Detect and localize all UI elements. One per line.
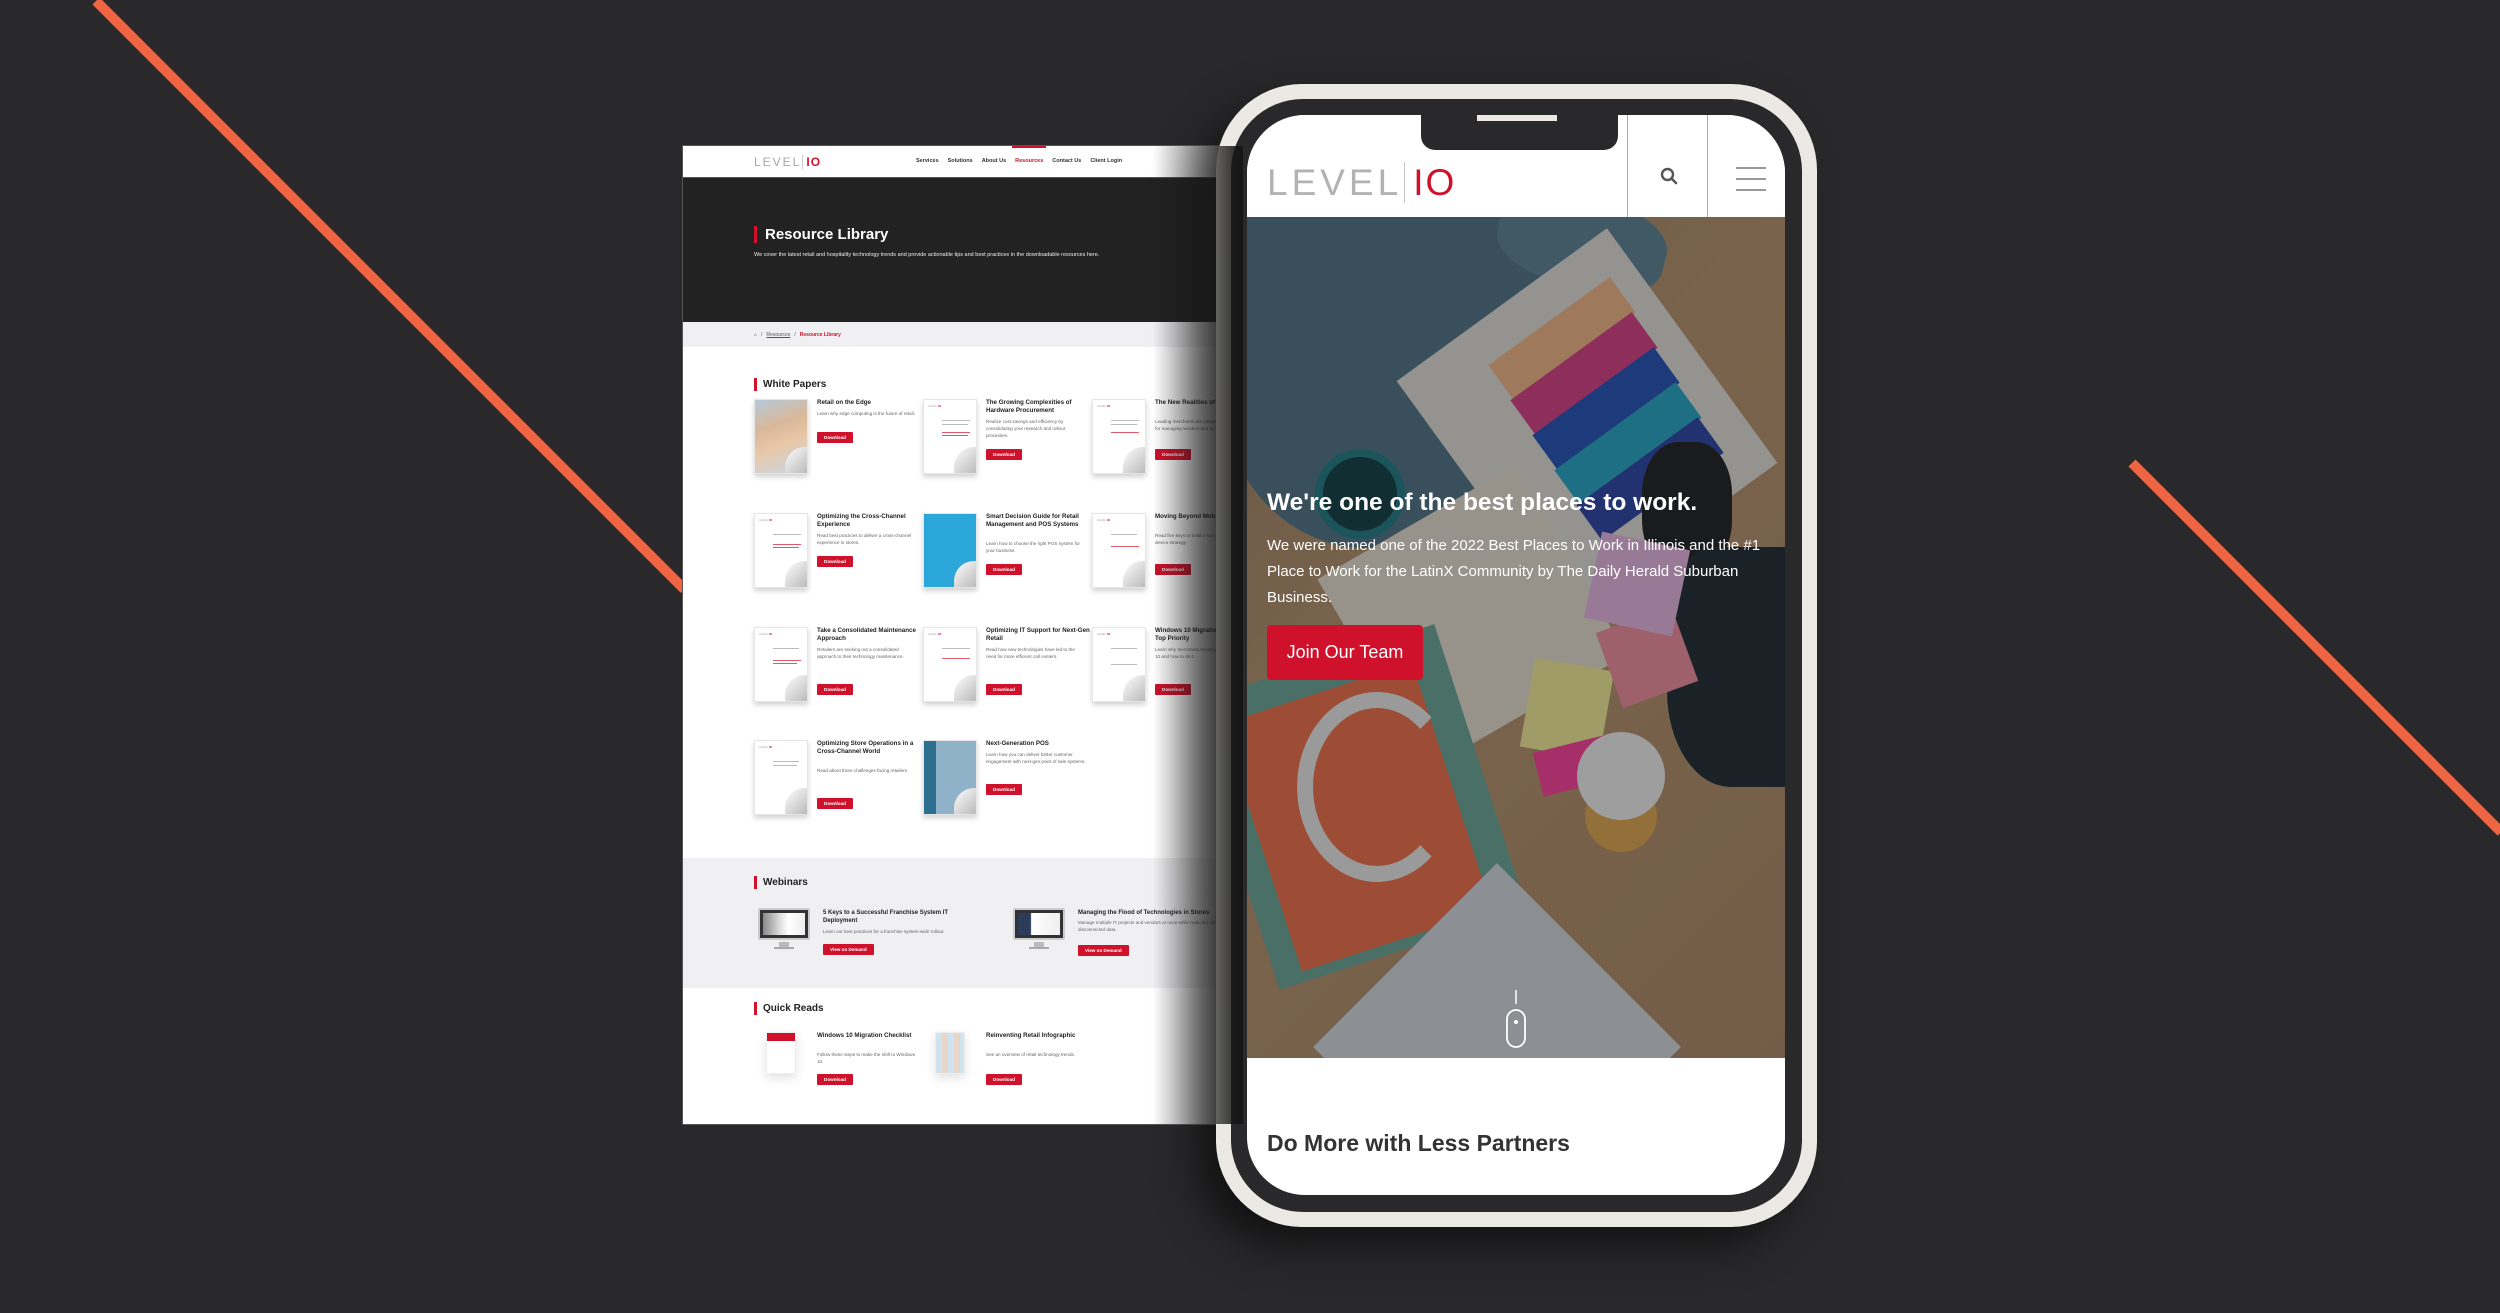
quick-read-thumbnail[interactable] <box>766 1032 796 1074</box>
quick-read-card: Reinventing Retail Infographic See an ov… <box>923 1032 1093 1112</box>
home-icon[interactable]: ⌂ <box>754 332 757 338</box>
white-paper-card: Retail on the Edge Learn why edge comput… <box>754 399 924 479</box>
download-button[interactable]: Download <box>986 564 1022 575</box>
white-paper-title: Take a Consolidated Maintenance Approach <box>817 627 916 642</box>
download-button[interactable]: Download <box>817 1074 853 1085</box>
nav-client-login[interactable]: Client Login <box>1090 158 1122 164</box>
logo-io-text: IO <box>1404 162 1457 203</box>
logo-level-text: LEVEL <box>1267 162 1403 203</box>
white-paper-title: Retail on the Edge <box>817 399 871 406</box>
breadcrumb-resources-link[interactable]: Resources <box>766 332 790 338</box>
white-paper-title: Optimizing IT Support for Next-Gen Retai… <box>986 627 1090 642</box>
page-shadow-fade <box>1153 146 1243 1124</box>
white-paper-thumbnail[interactable]: LEVEL IO <box>1092 627 1146 702</box>
hero-title: We're one of the best places to work. <box>1267 489 1698 516</box>
white-paper-title: Next-Generation POS <box>986 740 1049 747</box>
white-paper-thumbnail[interactable]: LEVEL IO <box>923 399 977 474</box>
white-paper-card: Next-Generation POS Learn how you can de… <box>923 740 1093 820</box>
quick-read-card: Windows 10 Migration Checklist Follow th… <box>754 1032 924 1112</box>
white-papers-heading: White Papers <box>754 378 826 391</box>
white-paper-desc: Read best practices to deliver a cross-c… <box>817 533 912 545</box>
white-paper-thumbnail[interactable]: LEVEL IO <box>754 513 808 588</box>
mobile-logo[interactable]: LEVEL IO <box>1267 162 1457 203</box>
desktop-page-mockup: LEVEL IO Services Solutions About Us Reso… <box>683 146 1243 1124</box>
white-paper-desc: Learn how to choose the right POS system… <box>986 541 1080 553</box>
logo-level-text: LEVEL <box>754 155 802 169</box>
desktop-logo[interactable]: LEVEL IO <box>754 155 822 169</box>
white-paper-thumbnail[interactable] <box>923 740 977 815</box>
webinar-title: 5 Keys to a Successful Franchise System … <box>823 910 949 924</box>
white-paper-thumbnail[interactable]: LEVEL IO <box>1092 399 1146 474</box>
hero-description: We were named one of the 2022 Best Place… <box>1267 537 1761 606</box>
mobile-search-button[interactable] <box>1627 115 1708 217</box>
mobile-hero: We're one of the best places to work. We… <box>1247 217 1785 1058</box>
white-paper-desc: Read about three challenges facing retai… <box>817 768 909 773</box>
view-on-demand-button[interactable]: View on Demand <box>1078 945 1129 956</box>
decorative-line-right <box>2128 459 2500 836</box>
white-paper-card: LEVEL IO The Growing Complexities of Har… <box>923 399 1093 479</box>
white-paper-card: Smart Decision Guide for Retail Manageme… <box>923 513 1093 593</box>
phone-screen: LEVEL IO We're one of the best places to… <box>1247 115 1785 1195</box>
search-icon <box>1660 167 1678 185</box>
white-paper-title: Smart Decision Guide for Retail Manageme… <box>986 513 1079 528</box>
download-button[interactable]: Download <box>986 684 1022 695</box>
white-paper-thumbnail[interactable]: LEVEL IO <box>1092 513 1146 588</box>
white-paper-desc: Learn why edge computing is the future o… <box>817 411 916 416</box>
white-paper-desc: Learn how you can deliver better custome… <box>986 752 1086 764</box>
page-description: We cover the latest retail and hospitali… <box>754 252 1100 258</box>
white-paper-desc: Retailers are seeking out a consolidated… <box>817 647 904 659</box>
white-paper-card: LEVEL IO Take a Consolidated Maintenance… <box>754 627 924 707</box>
logo-io-text: IO <box>802 155 822 169</box>
download-button[interactable]: Download <box>986 784 1022 795</box>
nav-contact-us[interactable]: Contact Us <box>1052 158 1081 164</box>
download-button[interactable]: Download <box>817 684 853 695</box>
white-paper-title: Optimizing Store Operations in a Cross-C… <box>817 740 914 755</box>
white-paper-thumbnail[interactable] <box>754 399 808 474</box>
white-paper-title: The Growing Complexities of Hardware Pro… <box>986 399 1072 414</box>
white-paper-card: LEVEL IO Optimizing the Cross-Channel Ex… <box>754 513 924 593</box>
download-button[interactable]: Download <box>817 432 853 443</box>
quick-read-title: Windows 10 Migration Checklist <box>817 1032 912 1039</box>
breadcrumb-separator: / <box>761 332 763 338</box>
quick-read-desc: See an overview of retail technology tre… <box>986 1052 1076 1057</box>
quick-read-desc: Follow these steps to make the shift to … <box>817 1052 916 1064</box>
nav-services[interactable]: Services <box>916 158 939 164</box>
white-paper-desc: Read how new technologies have led to th… <box>986 647 1075 659</box>
mouse-scroll-icon[interactable] <box>1505 990 1527 1050</box>
white-paper-desc: Realize cost savings and efficiency by c… <box>986 419 1065 438</box>
white-paper-thumbnail[interactable]: LEVEL IO <box>754 740 808 815</box>
breadcrumb-separator: / <box>794 332 796 338</box>
quick-read-title: Reinventing Retail Infographic <box>986 1032 1076 1039</box>
webinar-monitor-thumbnail[interactable] <box>758 908 810 949</box>
nav-solutions[interactable]: Solutions <box>948 158 973 164</box>
white-paper-title: Optimizing the Cross-Channel Experience <box>817 513 906 528</box>
white-paper-thumbnail[interactable]: LEVEL IO <box>923 627 977 702</box>
join-our-team-button[interactable]: Join Our Team <box>1267 625 1423 680</box>
webinar-desc: Learn our best practices for a franchise… <box>823 929 945 934</box>
breadcrumb-current: Resource Library <box>799 332 841 338</box>
white-paper-thumbnail[interactable] <box>923 513 977 588</box>
webinars-heading: Webinars <box>754 876 808 889</box>
phone-speaker <box>1477 115 1557 121</box>
decorative-line-left <box>92 0 688 593</box>
download-button[interactable]: Download <box>986 449 1022 460</box>
quick-reads-heading: Quick Reads <box>754 1002 824 1015</box>
nav-about-us[interactable]: About Us <box>982 158 1006 164</box>
white-paper-card: LEVEL IO Optimizing Store Operations in … <box>754 740 924 820</box>
quick-read-thumbnail[interactable] <box>935 1032 965 1074</box>
white-paper-thumbnail[interactable]: LEVEL IO <box>754 627 808 702</box>
webinar-monitor-thumbnail[interactable] <box>1013 908 1065 949</box>
download-button[interactable]: Download <box>817 798 853 809</box>
download-button[interactable]: Download <box>817 556 853 567</box>
phone-mockup: LEVEL IO We're one of the best places to… <box>1216 84 1817 1227</box>
desktop-nav-links: Services Solutions About Us Resources Co… <box>916 146 1122 164</box>
page-title: Resource Library <box>754 226 888 243</box>
mobile-menu-button[interactable] <box>1708 115 1785 217</box>
nav-resources[interactable]: Resources <box>1012 146 1047 164</box>
webinar-card: 5 Keys to a Successful Franchise System … <box>758 908 1018 968</box>
view-on-demand-button[interactable]: View on Demand <box>823 944 874 955</box>
next-section-title: Do More with Less Partners <box>1267 1130 1570 1156</box>
download-button[interactable]: Download <box>986 1074 1022 1085</box>
white-paper-card: LEVEL IO Optimizing IT Support for Next-… <box>923 627 1093 707</box>
